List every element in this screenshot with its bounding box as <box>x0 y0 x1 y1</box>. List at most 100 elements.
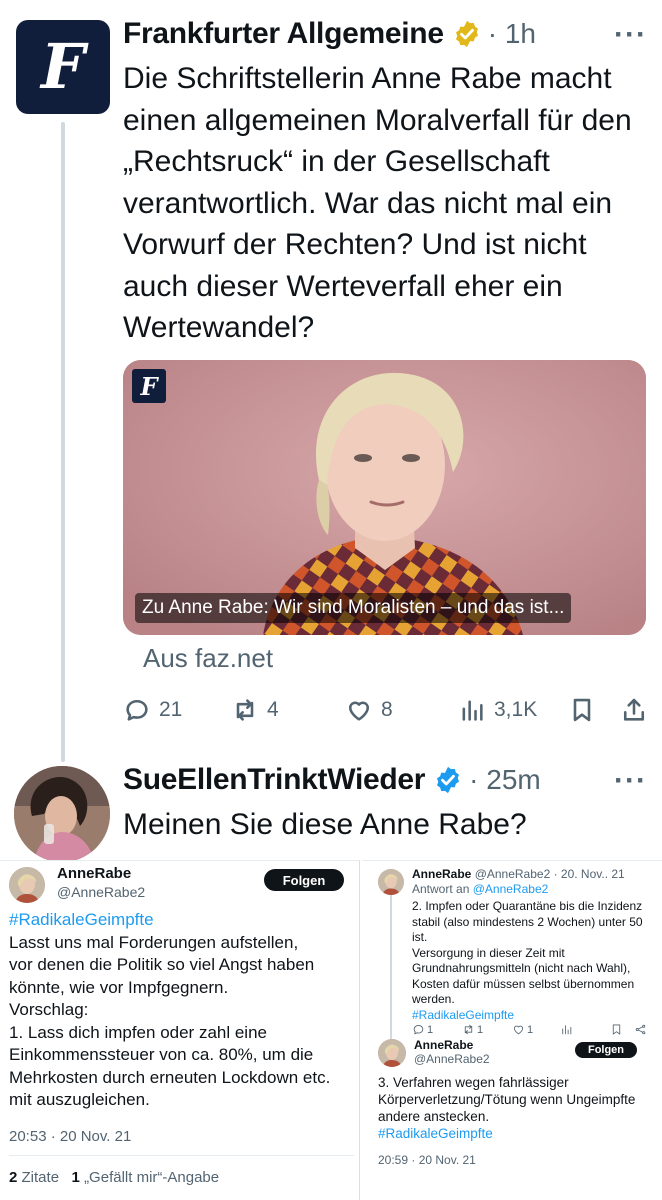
annerabe-avatar <box>9 867 45 903</box>
views-button[interactable]: 3,1K <box>458 690 537 730</box>
body-line: Einkommenssteuer von ca. 80%, um die <box>9 1045 314 1064</box>
tweet1-actions: 21 4 8 3,1K <box>123 690 653 730</box>
annerabe-avatar <box>378 1039 406 1067</box>
body-line: Körperverletzung/Tötung wenn Ungeimpfte <box>378 1092 636 1107</box>
body-line: könnte, wie vor Impfgegnern. <box>9 977 229 997</box>
faz-logo-glyph: F <box>40 30 86 103</box>
repost-button[interactable]: 4 <box>231 690 279 730</box>
tweet2-header: SueEllenTrinktWieder · 25m <box>123 760 541 800</box>
share-icon <box>623 698 645 721</box>
body-line: andere anstecken. <box>378 1109 490 1124</box>
body-line: ist. <box>412 930 428 944</box>
divider <box>9 1155 354 1156</box>
body-line: stabil (also mindestens 2 Wochen) unter … <box>412 914 643 929</box>
thread-line <box>61 122 65 762</box>
tweet2-time[interactable]: · 25m <box>469 764 541 796</box>
quotes-label[interactable]: Zitate <box>22 1169 60 1186</box>
tweet2-text: Meinen Sie diese Anne Rabe? <box>123 808 527 841</box>
likes-count: 1 <box>71 1169 80 1186</box>
body-line: mit auszugleichen. <box>9 1090 150 1109</box>
sueellen-avatar-photo <box>14 766 110 862</box>
reply-to-handle[interactable]: @AnneRabe2 <box>473 882 549 896</box>
embed-right-body2: 3. Verfahren wegen fahrlässiger Körperve… <box>378 1074 658 1142</box>
body-line: Mehrkosten durch erneuten Lockdown etc. <box>9 1067 331 1087</box>
mini-reply-button[interactable]: 1 <box>412 1023 433 1036</box>
reply-count: 21 <box>159 698 183 721</box>
likes-label[interactable]: „Gefällt mir“-Angabe <box>84 1169 219 1186</box>
views-chart-icon <box>562 1025 572 1035</box>
embed-right-hashtag2[interactable]: #RadikaleGeimpfte <box>378 1125 658 1142</box>
embed-left-timestamp: 20:53 · 20 Nov. 21 <box>9 1128 132 1145</box>
heart-icon <box>348 701 370 721</box>
body-line: 3. Verfahren wegen fahrlässiger <box>378 1075 569 1090</box>
embed-right-timestamp2: 20:59 · 20 Nov. 21 <box>378 1153 476 1167</box>
verified-gold-badge-icon <box>455 20 478 48</box>
body-line: vor denen die Politik so viel Angst habe… <box>9 955 315 974</box>
faz-avatar[interactable]: F <box>16 20 110 114</box>
bookmark-button[interactable] <box>568 690 596 730</box>
reply-icon <box>413 1025 424 1035</box>
views-chart-icon <box>462 700 483 721</box>
mini-views-button[interactable] <box>560 1023 573 1036</box>
repost-icon <box>236 699 254 721</box>
thread-line-mini <box>390 895 392 1040</box>
tweet1-header: Frankfurter Allgemeine · 1h <box>123 14 536 54</box>
embedded-tweet-right: AnneRabe @AnneRabe2 · 20. Nov.. 21 Antwo… <box>362 860 662 1200</box>
body-line: 1. Lass dich impfen oder zahl eine <box>9 1022 267 1042</box>
like-count: 8 <box>381 698 393 721</box>
tweet2-more-icon[interactable]: ··· <box>614 764 647 798</box>
embed-right-hashtag[interactable]: #RadikaleGeimpfte <box>412 1008 657 1024</box>
reply-button[interactable]: 21 <box>123 690 182 730</box>
embed-left-hashtag[interactable]: #RadikaleGeimpfte <box>9 909 354 932</box>
card-title[interactable]: Zu Anne Rabe: Wir sind Moralisten – und … <box>135 593 572 623</box>
body-line: Versorgung in dieser Zeit mit <box>412 945 565 960</box>
verified-blue-badge-icon <box>437 766 460 794</box>
link-card[interactable]: F Zu Anne Rabe: Wir sind Moralisten – un… <box>123 360 646 635</box>
embed-right-body: 2. Impfen oder Quarantäne bis die Inzide… <box>412 899 657 1023</box>
share-button[interactable] <box>620 690 648 730</box>
tweet1-time[interactable]: · 1h <box>488 18 536 50</box>
annerabe-avatar <box>378 869 404 895</box>
repost-count: 4 <box>267 698 279 721</box>
embed-right-handle2: @AnneRabe2 <box>414 1052 490 1066</box>
embed-left-stats: 2 Zitate 1 „Gefällt mir“-Angabe <box>9 1169 219 1186</box>
body-line: werden. <box>412 992 455 1006</box>
mini-repost-button[interactable]: 1 <box>462 1023 483 1036</box>
embed-left-body: #RadikaleGeimpfte Lasst uns mal Forderun… <box>9 909 354 1112</box>
body-line: Kosten dafür müssen selbst übernommen <box>412 976 635 991</box>
embed-right-handle-date: @AnneRabe2 · 20. Nov.. 21 <box>474 867 625 881</box>
body-line: Vorschlag: <box>9 1000 89 1019</box>
mini-like-button[interactable]: 1 <box>512 1023 533 1036</box>
tweet1-more-icon[interactable]: ··· <box>614 18 647 52</box>
reply-icon <box>126 699 148 721</box>
like-button[interactable]: 8 <box>345 690 393 730</box>
share-icon <box>635 1024 646 1035</box>
embed-right-header: AnneRabe @AnneRabe2 · 20. Nov.. 21 <box>412 867 625 881</box>
tweet1-text: Die Schriftstellerin Anne Rabe macht ein… <box>123 62 632 344</box>
mini-bookmark-button[interactable] <box>610 1023 623 1036</box>
body-line: Grundnahrungsmitteln (nicht nach Wahl), <box>412 961 631 975</box>
embed-left-handle: @AnneRabe2 <box>57 884 146 900</box>
quotes-count: 2 <box>9 1169 18 1186</box>
embed-right-actions: 1 1 1 <box>412 1023 652 1039</box>
embedded-tweet-left: AnneRabe @AnneRabe2 Folgen #RadikaleGeim… <box>0 860 360 1200</box>
views-count: 3,1K <box>494 698 538 721</box>
card-source[interactable]: Aus faz.net <box>143 643 273 674</box>
body-line: Lasst uns mal Forderungen aufstellen, <box>9 932 299 952</box>
bookmark-icon <box>573 698 591 722</box>
reply-to: Antwort an @AnneRabe2 <box>412 882 549 896</box>
bookmark-icon <box>612 1024 621 1035</box>
tweet2-author-name[interactable]: SueEllenTrinktWieder <box>123 763 425 797</box>
embed-right-name2: AnneRabe <box>414 1038 474 1052</box>
repost-icon <box>464 1024 473 1035</box>
follow-button[interactable]: Folgen <box>575 1042 637 1058</box>
tweet1-author-name[interactable]: Frankfurter Allgemeine <box>123 17 444 51</box>
embed-left-name: AnneRabe <box>57 865 132 882</box>
card-faz-logo: F <box>132 369 166 403</box>
embed-right-name: AnneRabe <box>412 867 472 881</box>
mini-share-button[interactable] <box>634 1023 647 1036</box>
sueellen-avatar[interactable] <box>14 766 110 862</box>
heart-icon <box>514 1025 523 1035</box>
body-line: 2. Impfen oder Quarantäne bis die Inzide… <box>412 899 643 913</box>
follow-button[interactable]: Folgen <box>264 869 344 891</box>
